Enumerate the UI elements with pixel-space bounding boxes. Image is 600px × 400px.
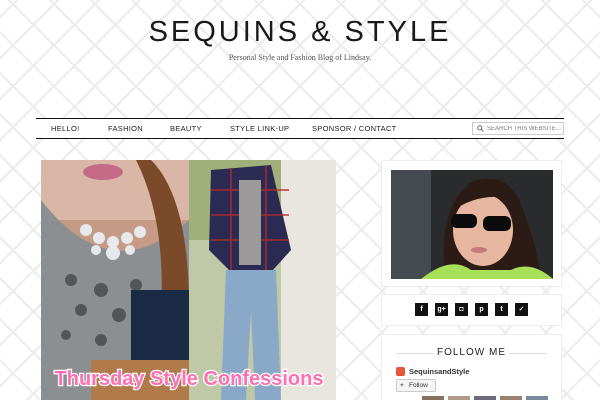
- social-links-widget: f g+ ◘ p t ✓: [381, 294, 562, 326]
- follow-widget: FOLLOW ME SequinsandStyle + Follow: [381, 334, 562, 400]
- search-input[interactable]: [487, 124, 563, 134]
- featured-post-image[interactable]: Thursday Style Confessions: [41, 160, 336, 400]
- avatar[interactable]: [526, 396, 548, 400]
- avatar[interactable]: [500, 396, 522, 400]
- nav-item-sponsor-contact[interactable]: SPONSOR / CONTACT: [312, 124, 397, 133]
- site-tagline: Personal Style and Fashion Blog of Linds…: [228, 53, 372, 62]
- main-nav: HELLO! FASHION BEAUTY STYLE LINK-UP SPON…: [36, 118, 564, 139]
- search-icon[interactable]: [477, 125, 484, 132]
- search-box: [472, 122, 564, 135]
- pinterest-icon[interactable]: p: [475, 303, 488, 316]
- avatar[interactable]: [474, 396, 496, 400]
- blogger-icon: [396, 367, 405, 376]
- nav-item-fashion[interactable]: FASHION: [108, 124, 143, 133]
- site-header: SEQUINS & STYLE Personal Style and Fashi…: [0, 0, 600, 110]
- instagram-icon[interactable]: ◘: [455, 303, 468, 316]
- plus-icon: +: [400, 382, 404, 389]
- profile-photo: [391, 170, 553, 279]
- post-banner-text: Thursday Style Confessions: [55, 368, 324, 390]
- facebook-icon[interactable]: f: [415, 303, 428, 316]
- nav-item-beauty[interactable]: BEAUTY: [170, 124, 202, 133]
- follow-button-label: Follow: [409, 382, 428, 389]
- blog-name[interactable]: SequinsandStyle: [409, 367, 469, 376]
- tumblr-icon[interactable]: t: [495, 303, 508, 316]
- google-plus-icon[interactable]: g+: [435, 303, 448, 316]
- avatar[interactable]: [448, 396, 470, 400]
- divider: [509, 353, 547, 354]
- nav-item-style-link-up[interactable]: STYLE LINK-UP: [230, 124, 289, 133]
- site-title[interactable]: SEQUINS & STYLE: [0, 16, 600, 49]
- profile-widget: [381, 160, 562, 287]
- twitter-icon[interactable]: ✓: [515, 303, 528, 316]
- avatar[interactable]: [422, 396, 444, 400]
- post-collage: Thursday Style Confessions: [41, 160, 336, 400]
- nav-item-hello[interactable]: HELLO!: [51, 124, 79, 133]
- follow-button[interactable]: + Follow: [396, 379, 436, 392]
